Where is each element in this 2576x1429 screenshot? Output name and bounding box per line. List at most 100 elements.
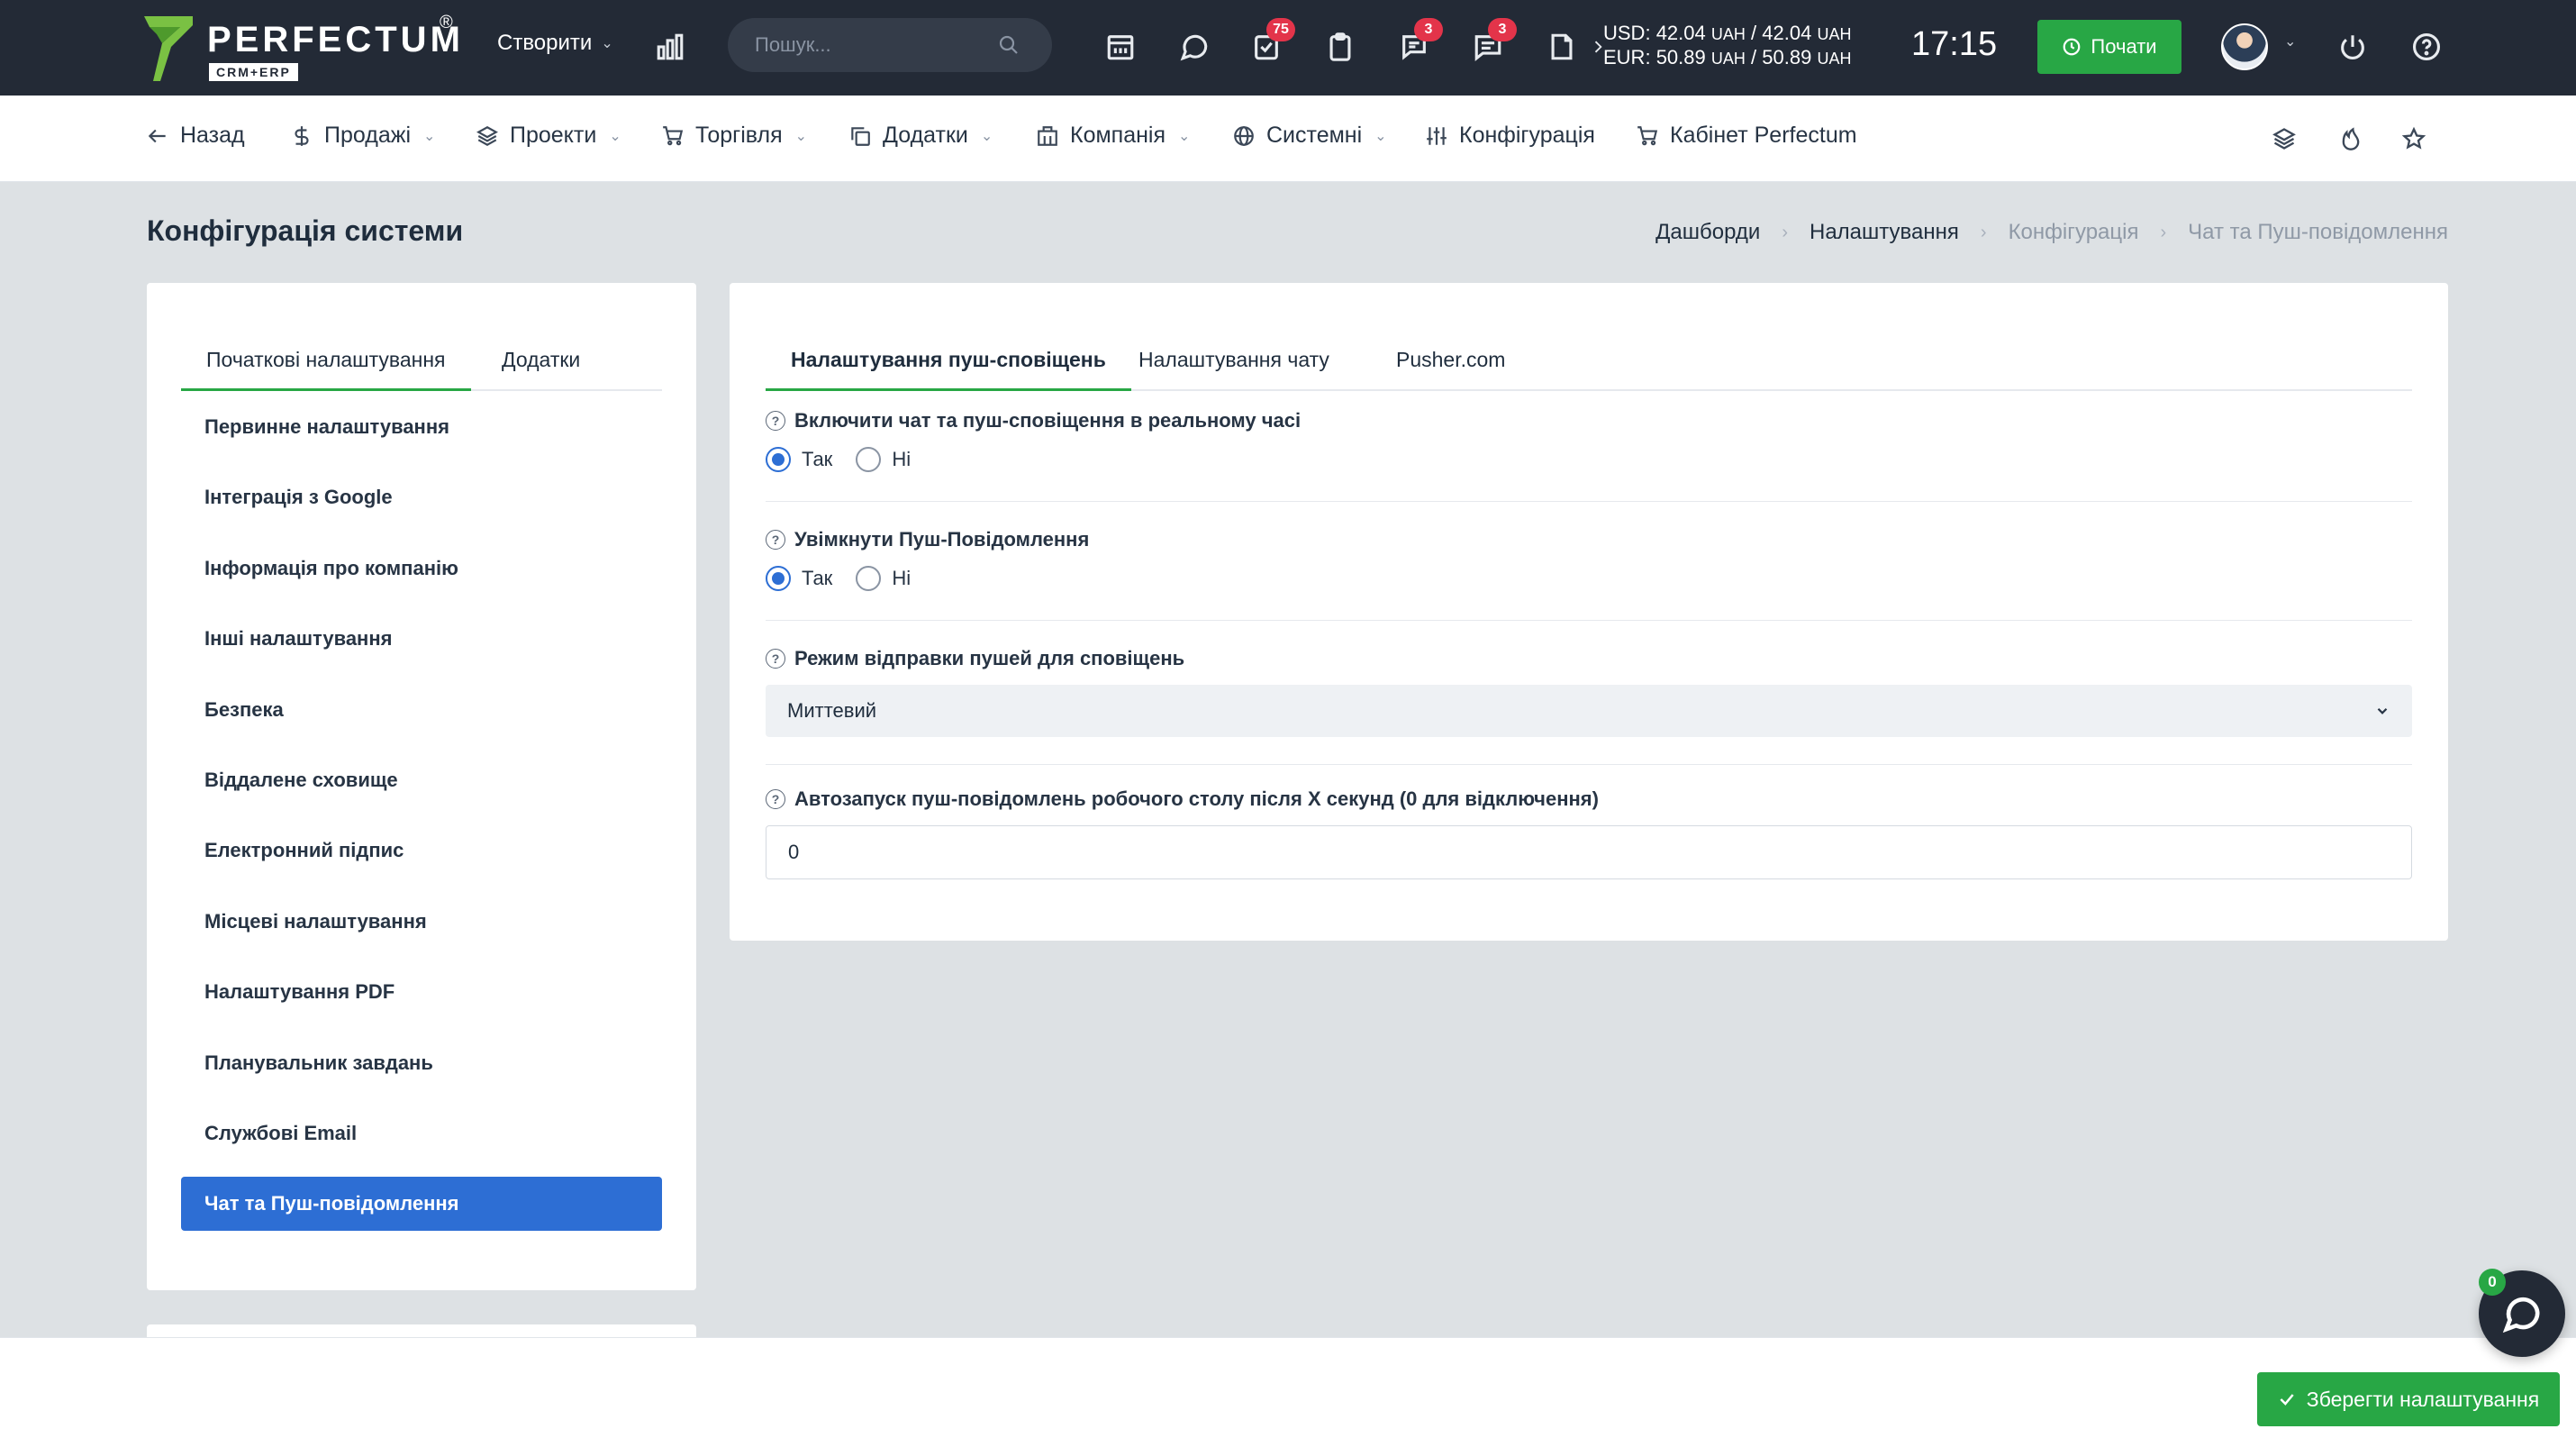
autostart-seconds-input[interactable]: 0 bbox=[766, 825, 2412, 879]
chevron-down-icon: ⌄ bbox=[601, 36, 613, 51]
chevron-right-icon: › bbox=[1782, 222, 1788, 242]
help-circle-icon[interactable]: ? bbox=[766, 649, 785, 669]
divider bbox=[766, 501, 2412, 502]
tab-chat-settings[interactable]: Налаштування чату bbox=[1113, 332, 1355, 391]
help-button[interactable] bbox=[2407, 27, 2446, 67]
brand-name: PERFECTUM bbox=[207, 20, 464, 59]
sidebar-item-remote-storage[interactable]: Віддалене сховище bbox=[181, 753, 662, 807]
support-chat-button[interactable]: 3 bbox=[1394, 18, 1443, 67]
logout-button[interactable] bbox=[2333, 27, 2372, 67]
chevron-down-icon: ⌄ bbox=[423, 128, 436, 144]
chevron-down-icon bbox=[2377, 707, 2388, 714]
start-label: Почати bbox=[2091, 35, 2157, 58]
chevron-down-icon: ⌄ bbox=[1178, 128, 1191, 144]
brand-logo[interactable]: PERFECTUM ® CRM+ERP bbox=[144, 13, 460, 81]
notes-button[interactable] bbox=[1542, 27, 1582, 67]
calendar-icon bbox=[1107, 35, 1134, 60]
chevron-down-icon: ⌄ bbox=[794, 128, 808, 144]
realtime-radio-group: Так Ні bbox=[766, 447, 2412, 472]
copy-icon bbox=[851, 126, 870, 146]
star-icon bbox=[2401, 126, 2426, 150]
tab-addons[interactable]: Додатки bbox=[476, 332, 605, 391]
top-bar: PERFECTUM ® CRM+ERP Створити ⌄ 75 3 3 bbox=[0, 0, 2576, 96]
sidebar-item-primary-setup[interactable]: Первинне налаштування bbox=[181, 400, 662, 454]
nav-config[interactable]: Конфігурація bbox=[1425, 123, 1595, 149]
radio-unchecked-icon bbox=[856, 566, 882, 591]
push-mode-field: ? Режим відправки пушей для сповіщень Ми… bbox=[766, 647, 2412, 737]
clock-icon bbox=[2064, 38, 2081, 56]
sidebar-item-company-info[interactable]: Інформація про компанію bbox=[181, 542, 662, 596]
calendar-button[interactable] bbox=[1101, 27, 1140, 67]
nav-cabinet[interactable]: Кабінет Perfectum bbox=[1636, 123, 1857, 149]
radio-checked-icon bbox=[766, 566, 791, 591]
footer-bar: Зберегти налаштування bbox=[0, 1337, 2576, 1429]
main-nav: Назад Продажі ⌄ Проекти ⌄ Торгівля ⌄ Додатк… bbox=[0, 96, 2576, 182]
reports-button[interactable] bbox=[650, 27, 690, 67]
sidebar-item-google-integration[interactable]: Інтеграція з Google bbox=[181, 470, 662, 524]
help-circle-icon[interactable]: ? bbox=[766, 789, 785, 809]
tab-push-settings[interactable]: Налаштування пуш-сповіщень bbox=[766, 332, 1131, 391]
settings-tabs: Налаштування пуш-сповіщень Налаштування … bbox=[766, 332, 2412, 391]
create-dropdown[interactable]: Створити ⌄ bbox=[497, 31, 613, 56]
sliders-icon bbox=[1427, 126, 1447, 145]
tasks-badge: 75 bbox=[1266, 18, 1295, 41]
push-no-radio[interactable]: Ні bbox=[856, 566, 911, 591]
push-label: Увімкнути Пуш-Повідомлення bbox=[794, 528, 1090, 551]
push-yes-radio[interactable]: Так bbox=[766, 566, 832, 591]
help-circle-icon[interactable]: ? bbox=[766, 411, 785, 431]
chevron-right-icon: › bbox=[1980, 222, 1987, 242]
chevron-down-icon: ⌄ bbox=[609, 128, 621, 144]
tasks-button[interactable]: 75 bbox=[1247, 18, 1295, 67]
nav-trade[interactable]: Торгівля ⌄ bbox=[661, 123, 807, 149]
user-menu-chevron-down-icon[interactable]: ⌄ bbox=[2284, 32, 2296, 50]
realtime-label: Включити чат та пуш-сповіщення в реально… bbox=[794, 409, 1302, 432]
chevron-down-icon: ⌄ bbox=[980, 128, 993, 144]
page-title: Конфігурація системи bbox=[147, 214, 464, 247]
nav-addons[interactable]: Додатки ⌄ bbox=[848, 123, 993, 149]
breadcrumb-settings[interactable]: Налаштування bbox=[1810, 220, 1959, 245]
chevron-down-icon: ⌄ bbox=[1374, 128, 1387, 144]
nav-company[interactable]: Компанія ⌄ bbox=[1036, 123, 1190, 149]
sidebar-item-service-email[interactable]: Службові Email bbox=[181, 1106, 662, 1160]
chat-bubble-icon bbox=[2502, 1297, 2540, 1333]
breadcrumb-config[interactable]: Конфігурація bbox=[2009, 220, 2139, 245]
help-circle-icon[interactable]: ? bbox=[766, 530, 785, 550]
breadcrumb-dashboards[interactable]: Дашборди bbox=[1655, 220, 1760, 245]
sidebar-item-local-settings[interactable]: Місцеві налаштування bbox=[181, 895, 662, 949]
sidebar-item-task-scheduler[interactable]: Планувальник завдань bbox=[181, 1036, 662, 1090]
hot-button[interactable] bbox=[2335, 123, 2367, 155]
sidebar-item-chat-push[interactable]: Чат та Пуш-повідомлення bbox=[181, 1177, 662, 1232]
autostart-label: Автозапуск пуш-повідомлень робочого стол… bbox=[794, 787, 1599, 810]
realtime-yes-radio[interactable]: Так bbox=[766, 447, 832, 472]
start-timer-button[interactable]: Почати bbox=[2037, 20, 2181, 74]
push-mode-label: Режим відправки пушей для сповіщень bbox=[794, 647, 1185, 669]
search-input[interactable] bbox=[755, 33, 998, 57]
push-mode-select[interactable]: Миттевий bbox=[766, 685, 2412, 737]
search-box[interactable] bbox=[728, 18, 1052, 72]
user-avatar[interactable] bbox=[2221, 23, 2268, 70]
layers-button[interactable] bbox=[2268, 123, 2300, 155]
messages-button[interactable]: 3 bbox=[1468, 18, 1517, 67]
search-icon bbox=[999, 35, 1018, 54]
favorites-button[interactable] bbox=[2398, 123, 2430, 155]
clipboard-button[interactable] bbox=[1320, 27, 1360, 67]
nav-sales[interactable]: Продажі ⌄ bbox=[290, 123, 435, 149]
chevron-right-icon: › bbox=[2160, 222, 2167, 242]
sidebar-item-security[interactable]: Безпека bbox=[181, 683, 662, 737]
tab-pusher[interactable]: Pusher.com bbox=[1371, 332, 1530, 391]
layers-icon bbox=[2272, 128, 2296, 150]
divider bbox=[766, 620, 2412, 621]
sidebar-item-e-signature[interactable]: Електронний підпис bbox=[181, 824, 662, 878]
sidebar-item-pdf-settings[interactable]: Налаштування PDF bbox=[181, 965, 662, 1019]
messages-badge: 3 bbox=[1488, 18, 1517, 41]
sidebar-item-other-settings[interactable]: Інші налаштування bbox=[181, 612, 662, 666]
cart-icon bbox=[1637, 125, 1658, 145]
sidebar-tabs: Початкові налаштування Додатки bbox=[181, 332, 662, 391]
save-settings-button[interactable]: Зберегти налаштування bbox=[2257, 1372, 2560, 1426]
chat-button[interactable] bbox=[1175, 27, 1214, 67]
nav-back[interactable]: Назад bbox=[146, 123, 245, 149]
nav-system[interactable]: Системні ⌄ bbox=[1232, 123, 1387, 149]
nav-projects[interactable]: Проекти ⌄ bbox=[476, 123, 621, 149]
realtime-no-radio[interactable]: Ні bbox=[856, 447, 911, 472]
tab-initial-settings[interactable]: Початкові налаштування bbox=[181, 332, 471, 391]
